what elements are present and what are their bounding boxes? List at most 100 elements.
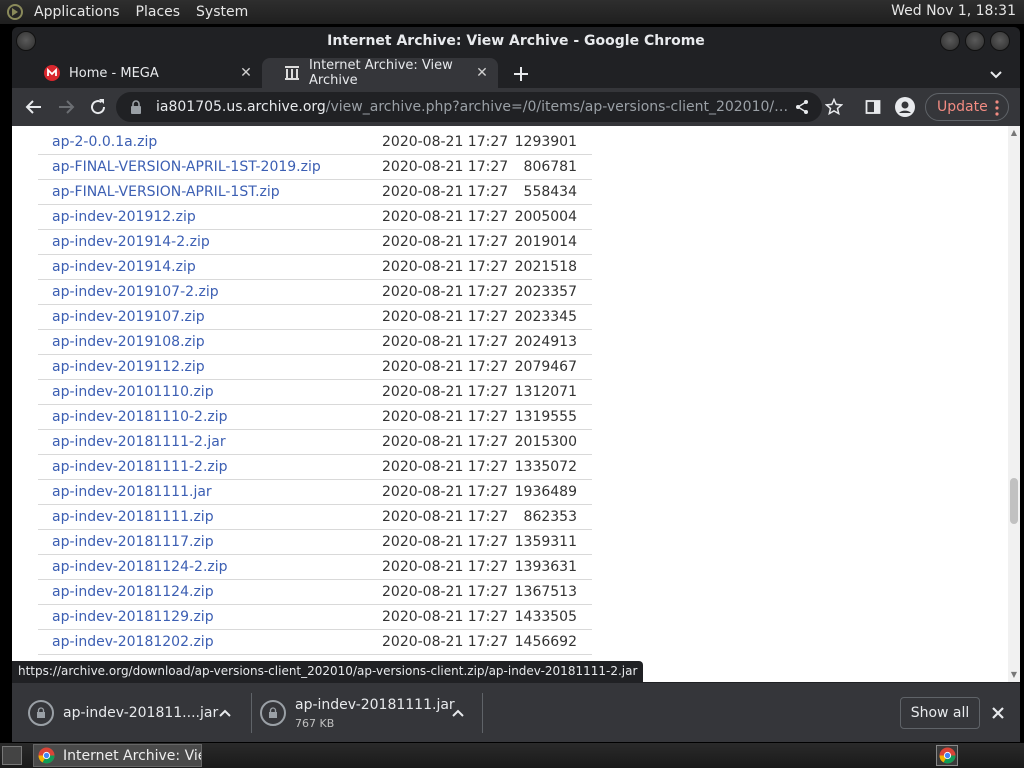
file-size: 1359311 (514, 534, 577, 550)
file-date: 2020-08-21 17:27 (382, 134, 509, 150)
share-icon[interactable] (792, 97, 812, 117)
file-date: 2020-08-21 17:27 (382, 309, 509, 325)
scroll-up-arrow-icon[interactable]: ▲ (1010, 129, 1018, 137)
file-date: 2020-08-21 17:27 (382, 484, 509, 500)
url-path: /view_archive.php?archive=/0/items/ap-ve… (325, 99, 796, 115)
forward-arrow-icon[interactable] (56, 97, 76, 117)
download-text: ap-indev-20181111.jar 767 KB (295, 697, 455, 730)
file-link[interactable]: ap-indev-20181111-2.jar (52, 434, 226, 450)
clock[interactable]: Wed Nov 1, 18:31 (891, 3, 1016, 19)
file-link[interactable]: ap-indev-20181111.jar (52, 484, 212, 500)
table-row: ap-indev-20181111.jar 2020-08-21 17:27 193… (38, 480, 592, 505)
maximize-icon[interactable] (965, 31, 985, 51)
file-link[interactable]: ap-indev-2019107-2.zip (52, 284, 219, 300)
bookmark-star-icon[interactable] (824, 97, 844, 117)
file-date: 2020-08-21 17:27 (382, 534, 509, 550)
download-item-1[interactable]: ap-indev-201811....jar (28, 683, 248, 742)
window-menu-icon[interactable] (16, 31, 36, 51)
link-status-bubble: https://archive.org/download/ap-versions… (12, 661, 644, 683)
file-link[interactable]: ap-indev-2019107.zip (52, 309, 205, 325)
file-size: 1393631 (514, 559, 577, 575)
file-date: 2020-08-21 17:27 (382, 334, 509, 350)
page-scrollbar[interactable]: ▲ ▼ (1008, 126, 1020, 682)
file-size: 1293901 (514, 134, 577, 150)
gnome-foot-icon[interactable] (4, 1, 26, 23)
tab-internet-archive[interactable]: Internet Archive: View Archive ✕ (262, 58, 498, 88)
file-size: 2023345 (514, 309, 577, 325)
reload-icon[interactable] (88, 97, 108, 117)
file-link[interactable]: ap-2-0.0.1a.zip (52, 134, 157, 150)
page-content: ap-2-0.0.1a.zip 2020-08-21 17:27 1293901 ap… (12, 126, 1008, 682)
file-link[interactable]: ap-indev-20181111-2.zip (52, 459, 228, 475)
file-size: 1367513 (514, 584, 577, 600)
table-row: ap-FINAL-VERSION-APRIL-1ST.zip 2020-08-21… (38, 180, 592, 205)
file-link[interactable]: ap-indev-201914.zip (52, 259, 196, 275)
chevron-up-icon[interactable] (218, 706, 232, 720)
file-date: 2020-08-21 17:27 (382, 284, 509, 300)
file-link[interactable]: ap-FINAL-VERSION-APRIL-1ST.zip (52, 184, 280, 200)
tray-chrome-icon[interactable] (936, 745, 958, 766)
table-row: ap-indev-20181111-2.zip 2020-08-21 17:27 1… (38, 455, 592, 480)
file-link[interactable]: ap-indev-2019112.zip (52, 359, 205, 375)
show-desktop-icon[interactable] (2, 746, 22, 765)
file-link[interactable]: ap-indev-20181124.zip (52, 584, 214, 600)
file-link[interactable]: ap-indev-20181129.zip (52, 609, 214, 625)
tab-label: Internet Archive: View Archive (309, 58, 453, 88)
tab-close-icon[interactable]: ✕ (474, 65, 490, 81)
table-row: ap-indev-2019112.zip 2020-08-21 17:27 2079… (38, 355, 592, 380)
chrome-logo-icon (38, 747, 55, 764)
file-link[interactable]: ap-indev-20101110.zip (52, 384, 214, 400)
file-link[interactable]: ap-indev-2019108.zip (52, 334, 205, 350)
lock-icon[interactable] (128, 99, 144, 115)
table-row: ap-indev-20181111.zip 2020-08-21 17:27 862… (38, 505, 592, 530)
file-link[interactable]: ap-indev-20181117.zip (52, 534, 214, 550)
new-tab-plus-icon[interactable] (510, 63, 532, 85)
file-size: 1433505 (514, 609, 577, 625)
file-date: 2020-08-21 17:27 (382, 209, 509, 225)
window-titlebar[interactable]: Internet Archive: View Archive - Google … (12, 27, 1020, 55)
file-link[interactable]: ap-indev-20181111.zip (52, 509, 214, 525)
update-button[interactable]: Update (925, 93, 1009, 121)
file-link[interactable]: ap-FINAL-VERSION-APRIL-1ST-2019.zip (52, 159, 321, 175)
file-link[interactable]: ap-indev-201912.zip (52, 209, 196, 225)
close-window-icon[interactable] (990, 31, 1010, 51)
menu-applications[interactable]: Applications (34, 4, 120, 20)
tab-search-chevron-icon[interactable] (988, 66, 1004, 82)
kebab-menu-icon[interactable] (995, 100, 999, 120)
file-date: 2020-08-21 17:27 (382, 584, 509, 600)
tab-mega[interactable]: Home - MEGA ✕ (22, 58, 262, 88)
table-row: ap-indev-2019107.zip 2020-08-21 17:27 2023… (38, 305, 592, 330)
address-bar[interactable]: ia801705.us.archive.org/view_archive.php… (116, 92, 822, 122)
table-row: ap-indev-20101110.zip 2020-08-21 17:27 131… (38, 380, 592, 405)
scroll-down-arrow-icon[interactable]: ▼ (1010, 671, 1018, 679)
tab-close-icon[interactable]: ✕ (238, 65, 254, 81)
file-link[interactable]: ap-indev-20181110-2.zip (52, 409, 228, 425)
file-date: 2020-08-21 17:27 (382, 159, 509, 175)
show-all-button[interactable]: Show all (900, 697, 980, 729)
file-link[interactable]: ap-indev-20181124-2.zip (52, 559, 228, 575)
chevron-up-icon[interactable] (451, 706, 465, 720)
update-label: Update (937, 99, 988, 115)
download-shelf: ap-indev-201811....jar ap-indev-20181111… (12, 682, 1020, 742)
taskbar-window-label: Internet Archive: Vie... (63, 747, 201, 764)
download-size: 767 KB (295, 716, 335, 730)
minimize-icon[interactable] (940, 31, 960, 51)
file-size: 2021518 (514, 259, 577, 275)
close-shelf-icon[interactable] (990, 705, 1006, 721)
window-title: Internet Archive: View Archive - Google … (327, 33, 705, 49)
menu-places[interactable]: Places (136, 4, 181, 20)
file-size: 2005004 (514, 209, 577, 225)
side-panel-icon[interactable] (863, 97, 883, 117)
scrollbar-thumb[interactable] (1010, 478, 1018, 524)
download-item-2[interactable]: ap-indev-20181111.jar 767 KB (260, 683, 480, 742)
taskbar-chrome-window[interactable]: Internet Archive: Vie... (33, 744, 202, 767)
file-date: 2020-08-21 17:27 (382, 459, 509, 475)
file-size: 862353 (523, 509, 577, 525)
menu-system[interactable]: System (196, 4, 248, 20)
back-arrow-icon[interactable] (24, 97, 44, 117)
file-link[interactable]: ap-indev-201914-2.zip (52, 234, 210, 250)
chrome-window: Internet Archive: View Archive - Google … (12, 27, 1020, 742)
file-link[interactable]: ap-indev-20181202.zip (52, 634, 214, 650)
profile-avatar-icon[interactable] (895, 97, 915, 117)
mega-favicon-icon (44, 65, 60, 81)
